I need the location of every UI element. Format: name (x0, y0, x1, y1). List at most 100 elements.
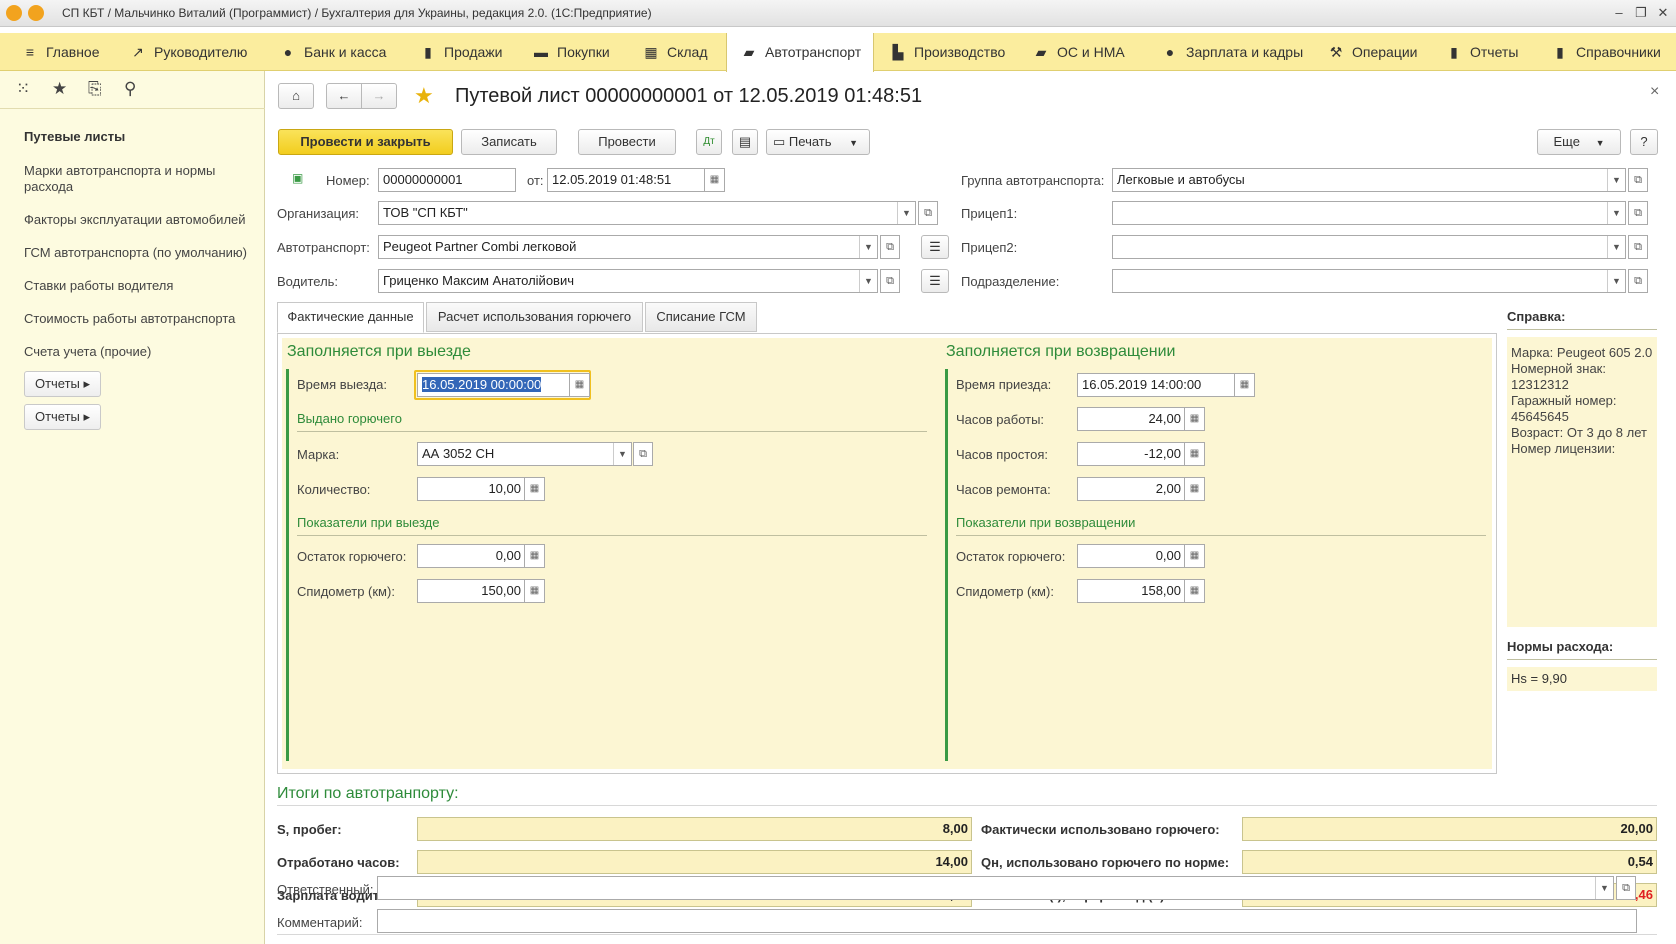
calculator-icon[interactable]: ▦ (525, 579, 545, 603)
chevron-down-icon[interactable]: ▼ (859, 270, 877, 292)
calculator-icon[interactable]: ▦ (525, 544, 545, 568)
home-button[interactable]: ⌂ (278, 83, 314, 109)
post-button[interactable]: Провести (578, 129, 676, 155)
open-icon[interactable]: ⧉ (880, 269, 900, 293)
document-icon[interactable]: ▤ (732, 129, 758, 155)
post-and-close-button[interactable]: Провести и закрыть (278, 129, 453, 155)
nav-vehicle-brands[interactable]: Марки автотранспорта и нормы расхода (24, 163, 234, 195)
close-form-icon[interactable]: × (1650, 83, 1659, 101)
org-field[interactable]: ТОВ "СП КБТ" ▼ (378, 201, 916, 225)
repair-hours-field[interactable]: 2,00 (1077, 477, 1185, 501)
chevron-down-icon[interactable]: ▼ (1607, 169, 1625, 191)
open-icon[interactable]: ⧉ (880, 235, 900, 259)
restore-icon[interactable]: ❐ (1632, 4, 1650, 22)
section-production[interactable]: ▙ Производство (890, 33, 1006, 71)
nav-waybills[interactable]: Путевые листы (24, 129, 125, 145)
chevron-down-icon[interactable]: ▼ (1607, 270, 1625, 292)
odometer-field[interactable]: 150,00 (417, 579, 525, 603)
return-odometer-field[interactable]: 158,00 (1077, 579, 1185, 603)
favorite-star-icon[interactable]: ★ (414, 83, 434, 109)
number-field[interactable]: 00000000001 (378, 168, 516, 192)
open-icon[interactable]: ⧉ (918, 201, 938, 225)
section-bank[interactable]: ● Банк и касса (280, 33, 387, 71)
list-select-button[interactable]: ☰ (921, 235, 949, 259)
arrow-right-icon: → (372, 88, 386, 103)
section-salary[interactable]: ● Зарплата и кадры (1162, 33, 1303, 71)
nav-fuel-default[interactable]: ГСМ автотранспорта (по умолчанию) (24, 245, 247, 261)
brand-field[interactable]: АА 3052 СН ▼ (417, 442, 632, 466)
more-button[interactable]: Еще ▼ (1537, 129, 1621, 155)
calculator-icon[interactable]: ▦ (1185, 477, 1205, 501)
section-sales[interactable]: ▮ Продажи (420, 33, 502, 71)
history-icon[interactable]: ⎘ (88, 79, 102, 99)
chevron-down-icon[interactable]: ▼ (1607, 202, 1625, 224)
list-select-button[interactable]: ☰ (921, 269, 949, 293)
tab-fuel-calc[interactable]: Расчет использования горючего (426, 302, 643, 332)
calculator-icon[interactable]: ▦ (525, 477, 545, 501)
departure-time-field[interactable]: 16.05.2019 00:00:00 (417, 373, 570, 397)
section-reports[interactable]: ▮ Отчеты (1446, 33, 1518, 71)
responsible-field[interactable]: ▼ (377, 876, 1614, 900)
section-assets[interactable]: ▰ ОС и НМА (1033, 33, 1125, 71)
open-icon[interactable]: ⧉ (1628, 168, 1648, 192)
tab-fuel-writeoff[interactable]: Списание ГСМ (645, 302, 757, 332)
trailer1-field[interactable]: ▼ (1112, 201, 1626, 225)
return-time-field[interactable]: 16.05.2019 14:00:00 (1077, 373, 1235, 397)
idle-hours-field[interactable]: -12,00 (1077, 442, 1185, 466)
print-button[interactable]: ▭ Печать ▼ (766, 129, 870, 155)
section-warehouse[interactable]: ▦ Склад (643, 33, 707, 71)
nav-driver-rates[interactable]: Ставки работы водителя (24, 278, 173, 294)
chevron-down-icon[interactable]: ▼ (613, 443, 631, 465)
calculator-icon[interactable]: ▦ (1185, 407, 1205, 431)
comment-field[interactable] (377, 909, 1637, 933)
calendar-icon[interactable]: ▦ (705, 168, 725, 192)
fuel-rest-field[interactable]: 0,00 (417, 544, 525, 568)
section-catalogs[interactable]: ▮ Справочники (1552, 33, 1670, 71)
open-icon[interactable]: ⧉ (1628, 235, 1648, 259)
section-transport[interactable]: ▰ Автотранспорт (726, 33, 874, 72)
reports-button-2[interactable]: Отчеты ▸ (24, 404, 101, 430)
close-window-icon[interactable]: ✕ (1654, 4, 1672, 22)
help-button[interactable]: ? (1630, 129, 1658, 155)
chevron-down-icon[interactable]: ▼ (859, 236, 877, 258)
group-field[interactable]: Легковые и автобусы ▼ (1112, 168, 1626, 192)
open-icon[interactable]: ⧉ (1628, 269, 1648, 293)
open-icon[interactable]: ⧉ (633, 442, 653, 466)
nav-transport-cost[interactable]: Стоимость работы автотранспорта (24, 311, 235, 327)
section-purchases[interactable]: ▬ Покупки (533, 33, 610, 71)
trailer2-field[interactable]: ▼ (1112, 235, 1626, 259)
forward-button[interactable]: → (361, 83, 397, 109)
section-operations[interactable]: ⚒ Операции (1328, 33, 1418, 71)
driver-field[interactable]: Гриценко Максим Анатолійович ▼ (378, 269, 878, 293)
section-main[interactable]: ≡ Главное (22, 33, 100, 71)
calendar-icon[interactable]: ▦ (570, 373, 590, 397)
search-icon[interactable]: ⚲ (124, 79, 136, 99)
save-button[interactable]: Записать (461, 129, 557, 155)
chevron-down-icon[interactable]: ▼ (1595, 877, 1613, 899)
calendar-icon[interactable]: ▦ (1235, 373, 1255, 397)
calculator-icon[interactable]: ▦ (1185, 544, 1205, 568)
favorites-star-icon[interactable]: ★ (52, 79, 67, 99)
calculator-icon[interactable]: ▦ (1185, 579, 1205, 603)
work-hours-field[interactable]: 24,00 (1077, 407, 1185, 431)
back-button[interactable]: ← (326, 83, 362, 109)
reports-button-1[interactable]: Отчеты ▸ (24, 371, 101, 397)
return-fuel-rest-field[interactable]: 0,00 (1077, 544, 1185, 568)
chevron-down-icon[interactable]: ▼ (897, 202, 915, 224)
chevron-down-icon[interactable]: ▼ (1607, 236, 1625, 258)
apps-grid-icon[interactable]: ⁙ (16, 79, 30, 99)
tab-actual-data[interactable]: Фактические данные (277, 302, 424, 333)
date-field[interactable]: 12.05.2019 01:48:51 (547, 168, 705, 192)
open-icon[interactable]: ⧉ (1616, 876, 1636, 900)
open-icon[interactable]: ⧉ (1628, 201, 1648, 225)
main-menu-icon[interactable] (28, 5, 44, 21)
calculator-icon[interactable]: ▦ (1185, 442, 1205, 466)
section-management[interactable]: ↗ Руководителю (130, 33, 247, 71)
vehicle-field[interactable]: Peugeot Partner Combi легковой ▼ (378, 235, 878, 259)
nav-factors[interactable]: Факторы эксплуатации автомобилей (24, 212, 246, 228)
dept-field[interactable]: ▼ (1112, 269, 1626, 293)
nav-accounts[interactable]: Счета учета (прочие) (24, 344, 151, 360)
qty-field[interactable]: 10,00 (417, 477, 525, 501)
minimize-icon[interactable]: ‒ (1610, 4, 1628, 22)
dt-kt-icon[interactable]: Дт (696, 129, 722, 155)
